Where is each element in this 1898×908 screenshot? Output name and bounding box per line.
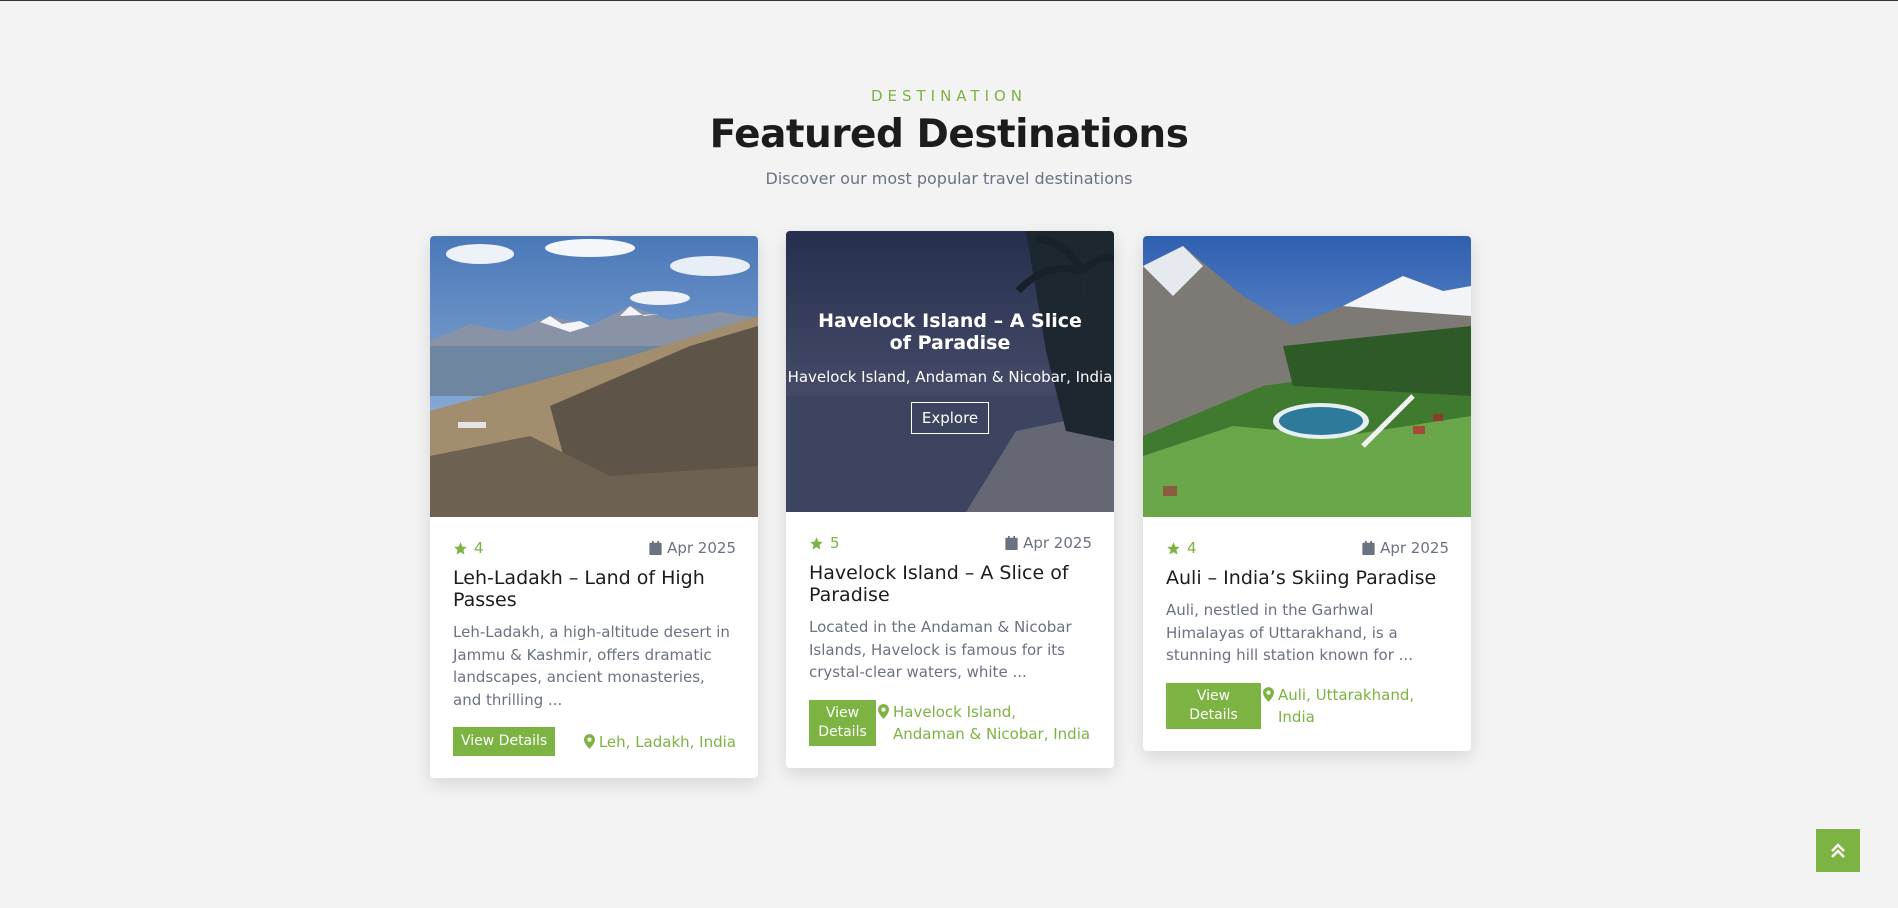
card-title[interactable]: Leh-Ladakh – Land of High Passes — [453, 567, 736, 611]
view-details-button[interactable]: View Details — [453, 727, 556, 756]
location[interactable]: Havelock Island, Andaman & Nicobar, Indi… — [878, 701, 1092, 745]
overlay-title: Havelock Island – A Slice of Paradise — [818, 309, 1082, 354]
section-title: Featured Destinations — [709, 112, 1189, 157]
rating: 4 — [453, 539, 484, 557]
rating-value: 5 — [830, 534, 840, 552]
date: Apr 2025 — [1362, 539, 1449, 557]
view-details-button[interactable]: View Details — [809, 699, 876, 746]
destination-image[interactable] — [430, 236, 758, 517]
star-icon — [1167, 541, 1180, 554]
card-title[interactable]: Auli – India’s Skiing Paradise — [1166, 567, 1449, 589]
rating-value: 4 — [1187, 539, 1197, 557]
destination-image[interactable] — [1143, 236, 1471, 517]
date-value: Apr 2025 — [667, 539, 736, 557]
location[interactable]: Auli, Uttarakhand, India — [1263, 684, 1449, 728]
explore-button[interactable]: Explore — [910, 401, 990, 434]
card-description: Leh-Ladakh, a high-altitude desert in Ja… — [453, 623, 730, 709]
rating: 4 — [1166, 539, 1197, 557]
star-icon — [810, 536, 823, 549]
calendar-icon — [1005, 536, 1018, 550]
location-text: Auli, Uttarakhand, India — [1278, 685, 1415, 726]
star-icon — [454, 541, 467, 554]
date-value: Apr 2025 — [1023, 534, 1092, 552]
map-pin-icon — [878, 703, 889, 719]
card-title[interactable]: Havelock Island – A Slice of Paradise — [809, 562, 1092, 606]
rating: 5 — [809, 534, 840, 552]
destination-card-havelock[interactable]: Havelock Island – A Slice of Paradise Ha… — [786, 231, 1114, 768]
view-details-button[interactable]: View Details — [1166, 682, 1261, 729]
section-header: DESTINATION Featured Destinations Discov… — [0, 87, 1898, 188]
section-subtitle: Discover our most popular travel destina… — [765, 169, 1133, 188]
location[interactable]: Leh, Ladakh, India — [583, 731, 736, 753]
destination-card-auli[interactable]: 4 Apr 2025 Auli – India’s Skiing Paradis… — [1143, 236, 1471, 751]
double-chevron-up-icon — [1831, 842, 1845, 858]
leh-ladakh-photo — [430, 236, 758, 517]
map-pin-icon — [583, 733, 595, 749]
map-pin-icon — [1263, 686, 1274, 702]
location-text: Leh, Ladakh, India — [598, 732, 736, 751]
location-text: Havelock Island, Andaman & Nicobar, Indi… — [893, 702, 1091, 743]
card-description: Located in the Andaman & Nicobar Islands… — [809, 618, 1072, 681]
destination-image[interactable]: Havelock Island – A Slice of Paradise Ha… — [786, 231, 1114, 512]
calendar-icon — [1362, 541, 1375, 555]
rating-value: 4 — [474, 539, 484, 557]
overlay-location: Havelock Island, Andaman & Nicobar, Indi… — [787, 367, 1113, 386]
calendar-icon — [649, 541, 662, 555]
destination-card-leh-ladakh[interactable]: 4 Apr 2025 Leh-Ladakh – Land of High Pas… — [430, 236, 758, 778]
scroll-to-top-button[interactable] — [1816, 829, 1860, 872]
date-value: Apr 2025 — [1380, 539, 1449, 557]
date: Apr 2025 — [649, 539, 736, 557]
image-overlay: Havelock Island – A Slice of Paradise Ha… — [786, 231, 1114, 512]
date: Apr 2025 — [1005, 534, 1092, 552]
card-description: Auli, nestled in the Garhwal Himalayas o… — [1166, 601, 1413, 664]
section-eyebrow: DESTINATION — [870, 87, 1028, 105]
auli-photo — [1143, 236, 1471, 517]
